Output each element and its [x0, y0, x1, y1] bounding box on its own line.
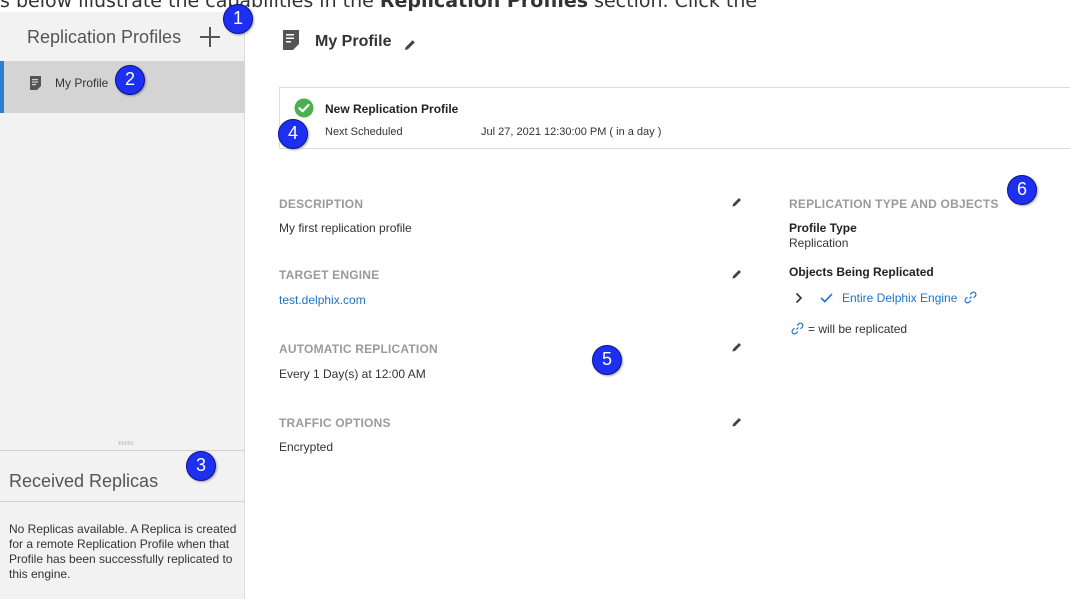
- automatic-replication-value: Every 1 Day(s) at 12:00 AM: [279, 367, 426, 381]
- status-card: New Replication Profile Next Scheduled J…: [279, 87, 1070, 149]
- automatic-replication-heading: AUTOMATIC REPLICATION: [279, 342, 438, 356]
- target-engine-link[interactable]: test.delphix.com: [279, 293, 366, 307]
- description-value: My first replication profile: [279, 221, 412, 235]
- object-entire-engine-link[interactable]: Entire Delphix Engine: [842, 291, 957, 305]
- chevron-right-icon[interactable]: [795, 292, 803, 304]
- pencil-icon[interactable]: [731, 416, 743, 428]
- sidebar: Replication Profiles My Profile Received…: [0, 12, 245, 599]
- target-engine-heading: TARGET ENGINE: [279, 268, 380, 282]
- next-scheduled-label: Next Scheduled: [325, 126, 403, 138]
- status-profile-name: New Replication Profile: [325, 102, 459, 116]
- check-circle-icon: [294, 98, 314, 118]
- next-scheduled-value: Jul 27, 2021 12:30:00 PM ( in a day ): [481, 126, 662, 138]
- received-replicas-title: Received Replicas: [9, 471, 159, 491]
- pencil-icon[interactable]: [731, 196, 743, 208]
- replication-type-heading: REPLICATION TYPE AND OBJECTS: [789, 197, 999, 211]
- link-legend-text: = will be replicated: [808, 322, 908, 336]
- link-icon: [964, 291, 977, 304]
- checkmark-icon: [820, 293, 833, 303]
- document-icon: [30, 76, 41, 90]
- profile-type-value: Replication: [789, 236, 849, 250]
- sidebar-header: Replication Profiles: [0, 12, 245, 60]
- resize-handle[interactable]: [118, 441, 134, 445]
- document-icon: [283, 30, 299, 50]
- callout-badge-1: 1: [223, 4, 253, 34]
- callout-badge-4: 4: [278, 119, 308, 149]
- sidebar-title: Replication Profiles: [27, 27, 182, 47]
- sidebar-item-label: My Profile: [55, 76, 109, 90]
- callout-badge-2: 2: [115, 65, 145, 95]
- pencil-icon[interactable]: [403, 38, 417, 52]
- received-replicas-empty-text: No Replicas available. A Replica is crea…: [9, 522, 237, 581]
- pencil-icon[interactable]: [731, 341, 743, 353]
- callout-badge-6: 6: [1007, 175, 1037, 205]
- caption-text: s below illustrate the capabilities in t…: [0, 0, 758, 12]
- pencil-icon[interactable]: [731, 268, 743, 280]
- profile-type-label: Profile Type: [789, 221, 857, 235]
- traffic-options-value: Encrypted: [279, 440, 334, 454]
- traffic-options-heading: TRAFFIC OPTIONS: [279, 416, 391, 430]
- plus-icon[interactable]: [199, 26, 221, 48]
- divider: [0, 501, 245, 502]
- description-heading: DESCRIPTION: [279, 197, 364, 211]
- callout-badge-5: 5: [592, 345, 622, 375]
- objects-replicated-label: Objects Being Replicated: [789, 265, 934, 279]
- page-title: My Profile: [315, 33, 392, 50]
- callout-badge-3: 3: [186, 451, 216, 481]
- link-icon: [791, 322, 804, 335]
